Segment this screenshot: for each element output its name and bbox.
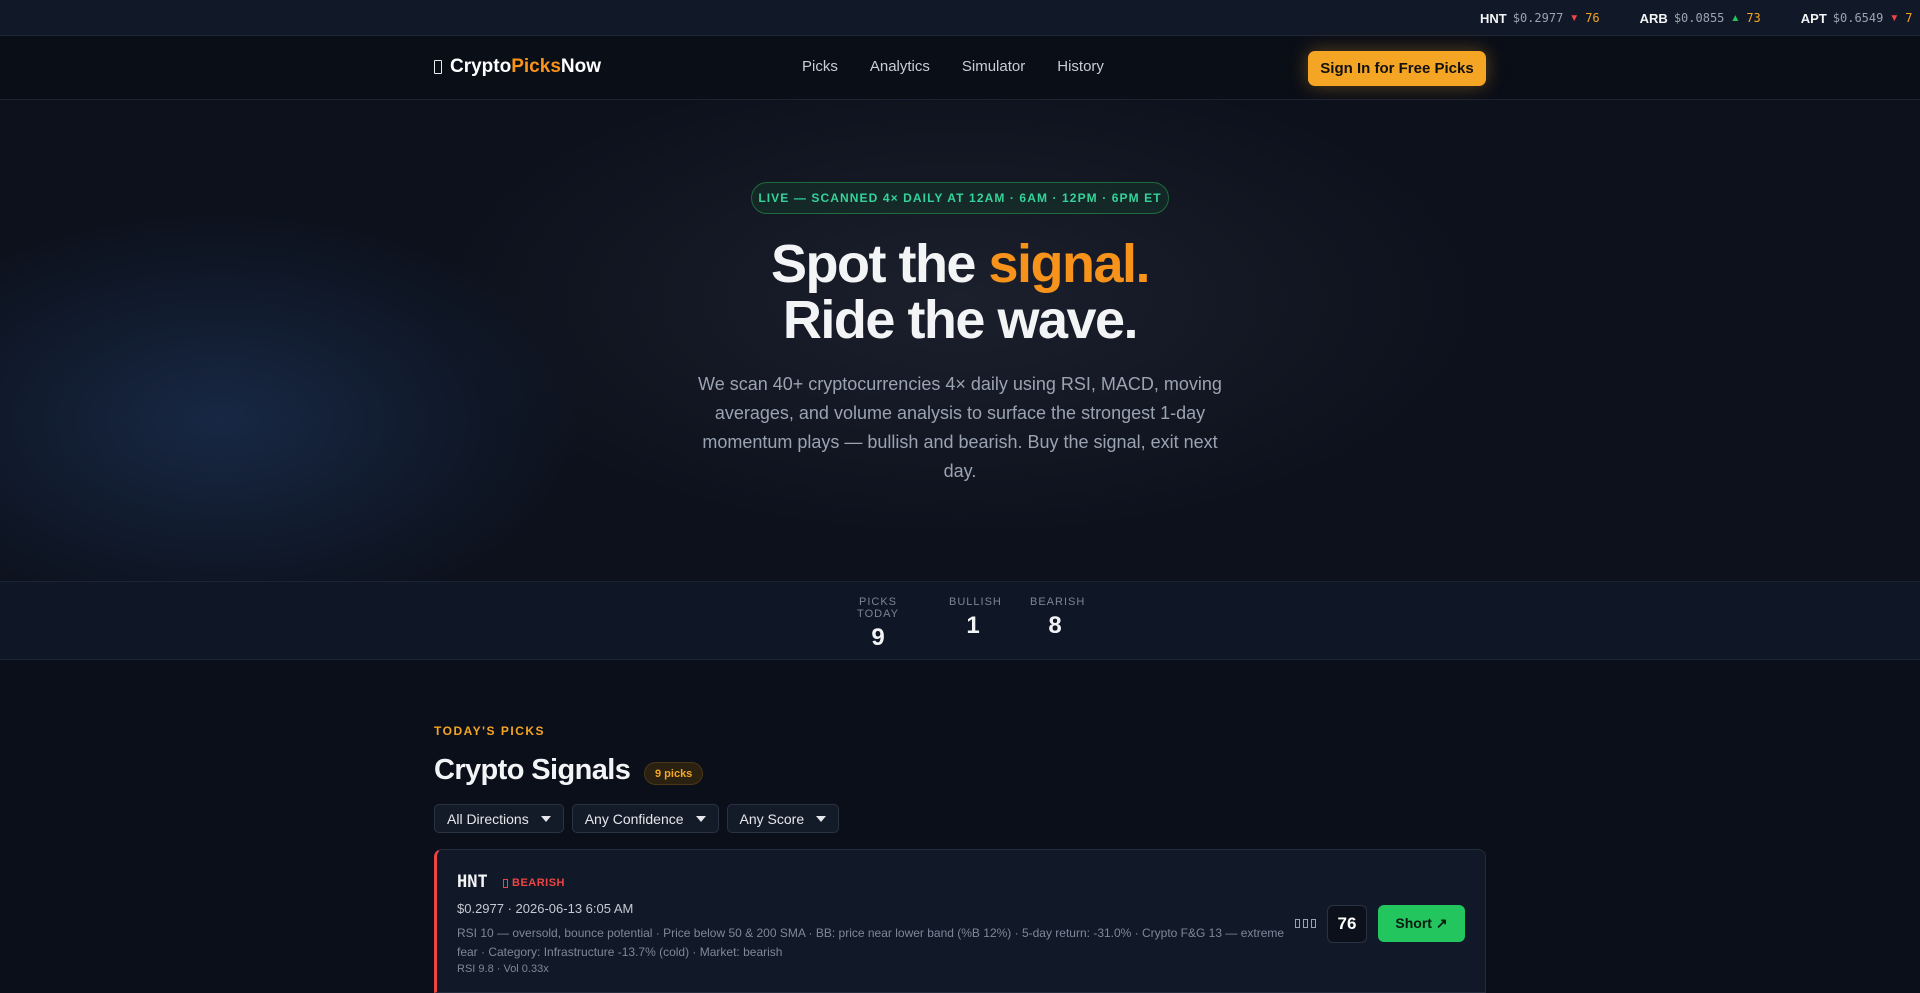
pick-score: 76: [1327, 905, 1367, 943]
headline-accent: signal.: [988, 234, 1150, 294]
logo-text-now: Now: [560, 56, 601, 77]
arrow-down-icon: ▼: [1889, 12, 1900, 24]
top-nav: CryptoPicksNow Picks Analytics Simulator…: [0, 36, 1920, 100]
filter-label: Any Confidence: [584, 810, 684, 827]
logo-text-crypto: Crypto: [450, 56, 512, 77]
stat-bearish: BEARISH 8: [1030, 596, 1086, 640]
section-eyebrow: TODAY'S PICKS: [434, 724, 546, 738]
confidence-filter-select[interactable]: Any Confidence: [571, 804, 719, 833]
sign-in-button[interactable]: Sign In for Free Picks: [1308, 51, 1486, 86]
pick-price-time: $0.2977 · 2026-06-13 6:05 AM: [457, 901, 634, 916]
nav-link-simulator[interactable]: Simulator: [962, 58, 1025, 75]
picks-count-badge: 9 picks: [644, 762, 704, 785]
headline-line-2: Ride the wave.: [782, 290, 1139, 350]
ticker-price: $0.6549: [1832, 11, 1884, 25]
direction-filter-select[interactable]: All Directions: [434, 804, 564, 833]
filter-label: All Directions: [447, 810, 529, 827]
chevron-down-icon: [816, 815, 827, 822]
ticker-item-apt[interactable]: APT $0.6549 ▼ 7: [1801, 11, 1913, 26]
nav-link-analytics[interactable]: Analytics: [870, 58, 930, 75]
stat-label: BEARISH: [1030, 596, 1086, 608]
pick-reasons: RSI 10 — oversold, bounce potential · Pr…: [457, 926, 1285, 959]
hero-subtitle: We scan 40+ cryptocurrencies 4× daily us…: [698, 374, 1222, 481]
price-ticker: HNT $0.2977 ▼ 76 ARB $0.0855 ▲ 73 APT $0…: [0, 0, 1920, 36]
ticker-score: 7: [1905, 11, 1913, 25]
stat-label: BULLISH: [949, 596, 1002, 608]
stat-picks-today: PICKS TODAY 9: [839, 596, 917, 652]
score-filter-select[interactable]: Any Score: [726, 804, 840, 833]
direction-badge: BEARISH: [503, 877, 565, 889]
logo-text-picks: Picks: [511, 56, 561, 77]
live-status-badge: LIVE — SCANNED 4× DAILY AT 12AM · 6AM · …: [751, 182, 1169, 214]
arrow-down-icon: ▼: [1569, 12, 1580, 24]
arrow-up-icon: ▲: [1730, 12, 1741, 24]
headline-text: Spot the: [770, 234, 989, 294]
headline-line-1: Spot the signal.: [0, 236, 1920, 292]
hero-section: LIVE — SCANNED 4× DAILY AT 12AM · 6AM · …: [0, 100, 1920, 581]
ticker-score: 73: [1746, 11, 1761, 25]
logo[interactable]: CryptoPicksNow: [434, 56, 601, 78]
filter-label: Any Score: [739, 810, 805, 827]
stats-bar: PICKS TODAY 9 BULLISH 1 BEARISH 8: [0, 581, 1920, 660]
stat-value: 1: [966, 612, 980, 639]
ticker-score: 76: [1585, 11, 1600, 25]
ticker-symbol: APT: [1800, 10, 1827, 26]
chevron-down-icon: [695, 815, 706, 822]
direction-label: BEARISH: [512, 877, 566, 889]
signal-strength-icon: [1295, 919, 1316, 928]
nav-link-picks[interactable]: Picks: [802, 58, 838, 75]
ticker-price: $0.0855: [1673, 11, 1725, 25]
signal-bar: [1311, 919, 1316, 928]
pick-indicators: RSI 9.8 · Vol 0.33x: [457, 963, 549, 975]
short-button[interactable]: Short ↗: [1378, 905, 1465, 942]
stat-bullish: BULLISH 1: [949, 596, 1002, 640]
chevron-down-icon: [540, 815, 551, 822]
nav-link-history[interactable]: History: [1057, 58, 1104, 75]
stat-value: 9: [871, 624, 885, 651]
filter-bar: All Directions Any Confidence Any Score: [434, 804, 840, 833]
logo-icon: [434, 60, 442, 74]
pick-card[interactable]: HNT BEARISH $0.2977 · 2026-06-13 6:05 AM…: [434, 849, 1486, 993]
signal-bar: [1303, 919, 1308, 928]
ticker-item-arb[interactable]: ARB $0.0855 ▲ 73: [1640, 11, 1761, 26]
ticker-item-hnt[interactable]: HNT $0.2977 ▼ 76: [1480, 11, 1600, 26]
nav-links: Picks Analytics Simulator History: [802, 58, 1104, 75]
section-title: Crypto Signals: [434, 754, 631, 786]
stat-label: PICKS TODAY: [857, 596, 899, 620]
bearish-icon: [503, 878, 508, 888]
stat-value: 8: [1048, 612, 1062, 639]
ticker-symbol: HNT: [1480, 10, 1507, 26]
ticker-symbol: ARB: [1639, 10, 1668, 26]
pick-symbol: HNT: [457, 872, 488, 892]
ticker-price: $0.2977: [1512, 11, 1564, 25]
signal-bar: [1295, 919, 1300, 928]
